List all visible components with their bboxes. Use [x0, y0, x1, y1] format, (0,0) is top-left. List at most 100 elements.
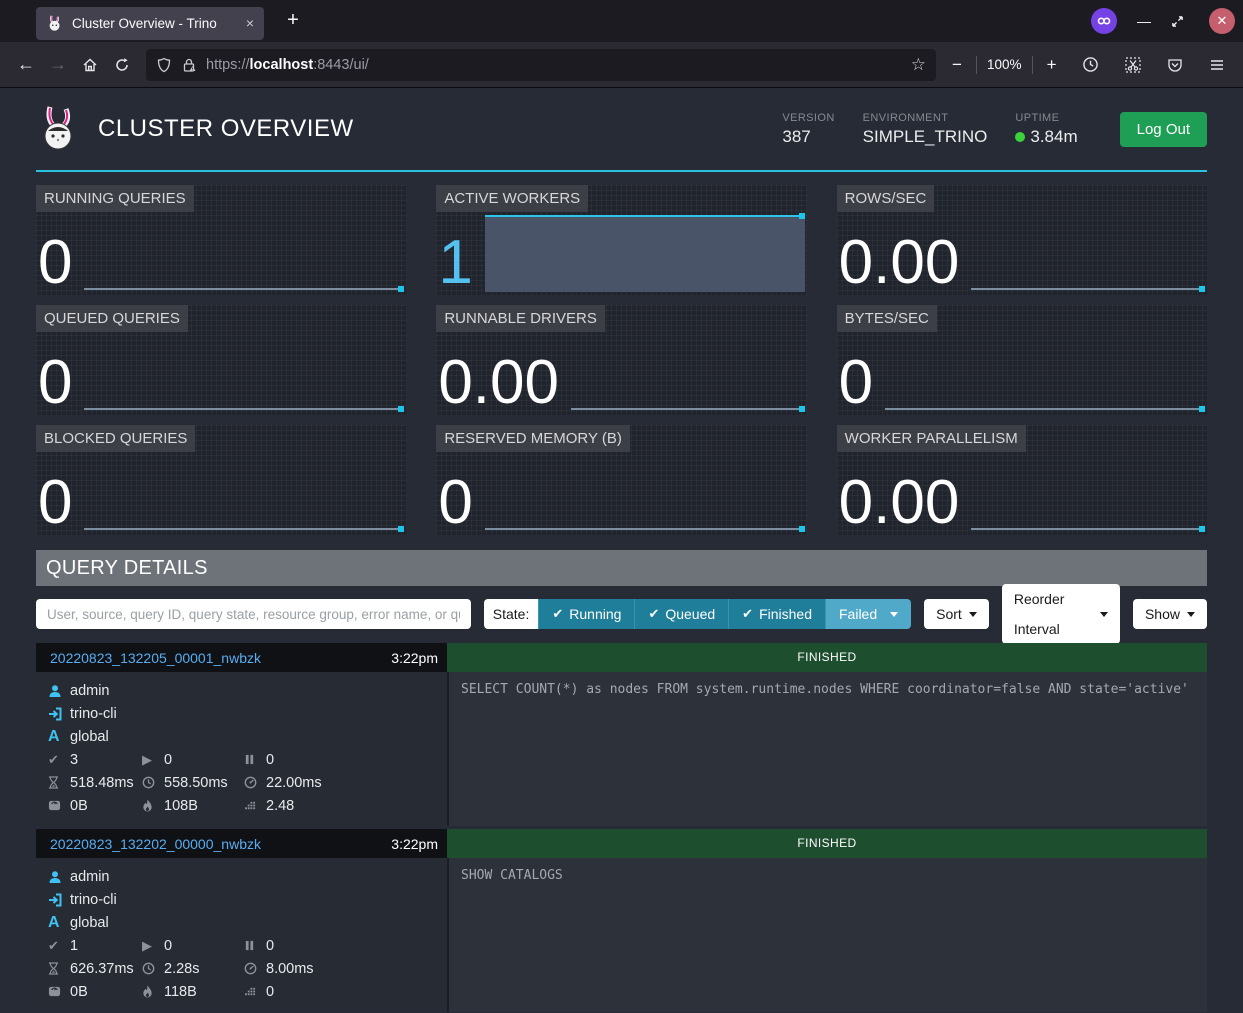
sort-dropdown[interactable]: Sort [924, 599, 989, 629]
minimize-button[interactable]: — [1133, 13, 1155, 29]
stat-label: ROWS/SEC [837, 185, 935, 212]
query-row-body: admin trino-cli Aglobal ✔1 ▶0 0 626.37ms [36, 858, 1207, 1012]
uptime-label: UPTIME [1015, 112, 1077, 124]
zoom-out-button[interactable]: − [944, 55, 970, 75]
queued-splits: 0 [244, 938, 437, 954]
private-browsing-icon [1091, 8, 1117, 34]
bookmark-star-icon[interactable]: ☆ [911, 55, 926, 75]
resource-group-icon: A [48, 914, 70, 932]
home-icon[interactable] [74, 49, 106, 81]
queued-splits: 0 [244, 752, 437, 768]
query-times-row: 518.48ms 558.50ms 22.00ms [48, 771, 437, 794]
query-splits-row: ✔1 ▶0 0 [48, 934, 437, 957]
chevron-down-icon [890, 612, 898, 617]
query-row-header: 20220823_132202_00000_nwbzk 3:22pm FINIS… [36, 829, 1207, 858]
peak-memory: 108B [142, 798, 244, 814]
browser-toolbar: ← → https://localhost:8443/ui/ ☆ [0, 42, 1243, 88]
sparkline [971, 212, 1205, 292]
stat-value: 0 [38, 354, 72, 413]
zoom-level[interactable]: 100% [983, 57, 1026, 72]
shield-icon[interactable] [156, 57, 172, 73]
hourglass-icon [48, 776, 70, 789]
check-icon: ✔ [552, 599, 563, 629]
filter-failed-dropdown[interactable]: Failed [825, 599, 911, 629]
zoom-in-button[interactable]: + [1039, 55, 1065, 75]
running-splits: ▶0 [142, 752, 244, 768]
new-tab-button[interactable]: + [278, 6, 308, 36]
url-path: :8443/ui/ [313, 57, 369, 73]
url-text[interactable]: https://localhost:8443/ui/ [206, 57, 903, 73]
gauge-icon [244, 776, 266, 789]
query-times-row: 626.37ms 2.28s 8.00ms [48, 957, 437, 980]
logout-button[interactable]: Log Out [1120, 112, 1207, 147]
stat-card-blocked-queries: BLOCKED QUERIES 0 [36, 425, 406, 535]
query-user: admin [48, 865, 437, 888]
query-id-link[interactable]: 20220823_132202_00000_nwbzk [50, 836, 261, 852]
stat-card-runnable-drivers: RUNNABLE DRIVERS 0.00 [436, 305, 806, 415]
user-icon [48, 684, 70, 698]
restore-button[interactable] [1171, 15, 1193, 28]
query-row-header: 20220823_132205_00001_nwbzk 3:22pm FINIS… [36, 643, 1207, 672]
zoom-controls: − 100% + [944, 55, 1065, 75]
stat-label: BYTES/SEC [837, 305, 937, 332]
clock-icon [142, 962, 164, 975]
version-group: VERSION 387 [782, 112, 834, 147]
stats-grid: RUNNING QUERIES 0 ACTIVE WORKERS 1 ROWS/… [36, 185, 1207, 535]
query-row-body: admin trino-cli Aglobal ✔3 ▶0 0 518.48ms [36, 672, 1207, 826]
show-dropdown[interactable]: Show [1133, 599, 1207, 629]
peak-memory: 118B [142, 984, 244, 1000]
lock-warning-icon[interactable] [181, 57, 197, 73]
wall-time: 626.37ms [48, 961, 142, 977]
pocket-icon[interactable] [1159, 49, 1191, 81]
menu-hamburger-icon[interactable] [1201, 49, 1233, 81]
history-clock-icon[interactable] [1075, 49, 1107, 81]
filter-running-button[interactable]: ✔Running [538, 599, 634, 629]
query-resource-group: Aglobal [48, 911, 437, 934]
stat-value: 0.00 [438, 354, 559, 413]
sparkline [84, 452, 404, 532]
stat-card-worker-parallelism: WORKER PARALLELISM 0.00 [837, 425, 1207, 535]
query-id-bar: 20220823_132202_00000_nwbzk 3:22pm [36, 829, 447, 858]
stat-card-rows-sec: ROWS/SEC 0.00 [837, 185, 1207, 295]
url-scheme: https:// [206, 57, 250, 73]
tab-close-icon[interactable]: × [246, 15, 254, 31]
sparkline [571, 332, 805, 412]
tab-title: Cluster Overview - Trino [72, 16, 240, 31]
check-icon: ✔ [48, 938, 70, 954]
app-header: CLUSTER OVERVIEW VERSION 387 ENVIRONMENT… [36, 88, 1207, 172]
back-icon[interactable]: ← [10, 49, 42, 81]
query-sql-text[interactable]: SHOW CATALOGS [447, 858, 1207, 1012]
query-id-link[interactable]: 20220823_132205_00001_nwbzk [50, 650, 261, 666]
browser-tab[interactable]: Cluster Overview - Trino × [36, 7, 264, 40]
cpu-time: 2.28s [142, 961, 244, 977]
query-resource-group: Aglobal [48, 725, 437, 748]
query-row: 20220823_132205_00001_nwbzk 3:22pm FINIS… [36, 643, 1207, 826]
sparkline [485, 452, 805, 532]
screenshot-icon[interactable] [1117, 49, 1149, 81]
query-sql-text[interactable]: SELECT COUNT(*) as nodes FROM system.run… [447, 672, 1207, 826]
flame-icon [142, 985, 164, 998]
stat-value: 0.00 [839, 234, 960, 293]
parallelism: 0 [244, 984, 437, 1000]
query-time: 3:22pm [391, 650, 438, 666]
query-filter-toolbar: State: ✔Running ✔Queued ✔Finished Failed… [36, 599, 1207, 629]
sign-in-icon [48, 707, 70, 721]
page-title: CLUSTER OVERVIEW [98, 115, 354, 143]
stat-card-queued-queries: QUEUED QUERIES 0 [36, 305, 406, 415]
trino-favicon [46, 14, 64, 32]
query-splits-row: ✔3 ▶0 0 [48, 748, 437, 771]
stat-label: RUNNABLE DRIVERS [436, 305, 605, 332]
query-row: 20220823_132202_00000_nwbzk 3:22pm FINIS… [36, 829, 1207, 1012]
query-details-header: QUERY DETAILS [36, 550, 1207, 586]
bars-icon [244, 800, 266, 811]
close-button[interactable]: ✕ [1209, 8, 1235, 34]
flame-icon [142, 799, 164, 812]
query-search-input[interactable] [36, 599, 471, 629]
filter-queued-button[interactable]: ✔Queued [634, 599, 728, 629]
stat-label: WORKER PARALLELISM [837, 425, 1026, 452]
url-bar[interactable]: https://localhost:8443/ui/ ☆ [146, 49, 936, 81]
reorder-interval-dropdown[interactable]: Reorder Interval [1002, 584, 1120, 644]
filter-finished-button[interactable]: ✔Finished [728, 599, 825, 629]
reload-icon[interactable] [106, 49, 138, 81]
sparkline [885, 332, 1205, 412]
